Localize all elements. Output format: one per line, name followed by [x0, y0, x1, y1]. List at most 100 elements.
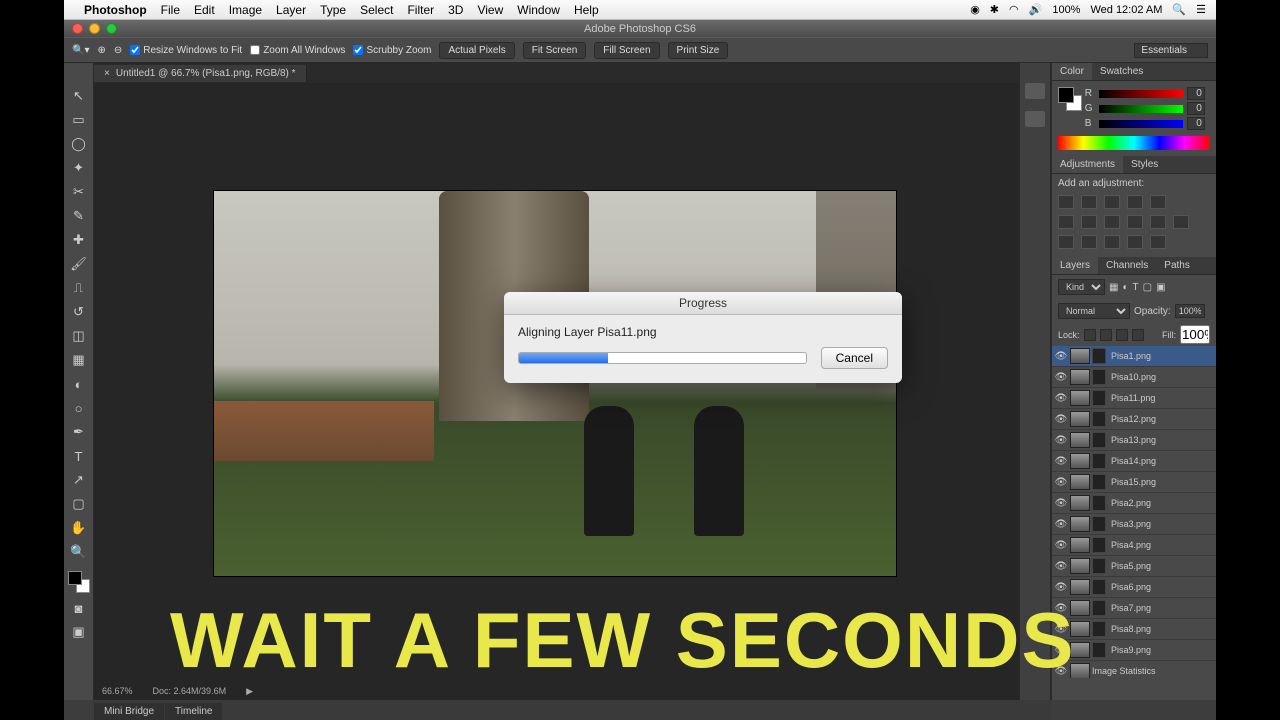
brightness-icon[interactable] [1058, 195, 1074, 209]
filter-type-icon[interactable]: T [1133, 282, 1139, 293]
visibility-icon[interactable]: 👁 [1052, 582, 1070, 593]
layer-row[interactable]: 👁Image Statistics [1052, 661, 1216, 678]
cancel-button[interactable]: Cancel [821, 347, 888, 369]
exposure-icon[interactable] [1127, 195, 1143, 209]
notification-icon[interactable]: ☰ [1196, 3, 1206, 16]
paths-tab[interactable]: Paths [1156, 257, 1198, 274]
pen-tool-icon[interactable]: ✒ [68, 423, 90, 441]
zoom-in-icon[interactable]: ⊕ [97, 45, 105, 56]
visibility-icon[interactable]: 👁 [1052, 456, 1070, 467]
invert-icon[interactable] [1058, 235, 1074, 249]
layer-mask-thumbnail[interactable] [1092, 474, 1106, 490]
blur-tool-icon[interactable]: ◐ [68, 375, 90, 393]
stamp-tool-icon[interactable]: ⎍ [68, 279, 90, 297]
properties-panel-icon[interactable] [1025, 111, 1045, 127]
spotlight-icon[interactable]: 🔍 [1172, 3, 1186, 16]
close-tab-icon[interactable]: × [104, 68, 110, 79]
minibridge-tab[interactable]: Mini Bridge [94, 703, 164, 720]
hue-icon[interactable] [1058, 215, 1074, 229]
colorlookup-icon[interactable] [1173, 215, 1189, 229]
menu-file[interactable]: File [161, 3, 180, 17]
fit-screen-button[interactable]: Fit Screen [523, 42, 587, 59]
lock-pixels-icon[interactable] [1100, 329, 1112, 341]
layer-mask-thumbnail[interactable] [1092, 516, 1106, 532]
brush-tool-icon[interactable]: 🖌 [68, 255, 90, 273]
clock[interactable]: Wed 12:02 AM [1090, 4, 1162, 16]
selectivecolor-icon[interactable] [1150, 235, 1166, 249]
layer-thumbnail[interactable] [1070, 495, 1090, 511]
record-icon[interactable]: ◉ [970, 3, 980, 16]
visibility-icon[interactable]: 👁 [1052, 498, 1070, 509]
filter-shape-icon[interactable]: ▢ [1143, 282, 1152, 293]
menu-help[interactable]: Help [574, 3, 599, 17]
layer-row[interactable]: 👁Pisa6.png [1052, 577, 1216, 598]
layer-thumbnail[interactable] [1070, 411, 1090, 427]
vibrance-icon[interactable] [1150, 195, 1166, 209]
filter-smart-icon[interactable]: ▣ [1156, 282, 1165, 293]
fill-input[interactable] [1180, 325, 1210, 344]
layer-thumbnail[interactable] [1070, 474, 1090, 490]
zoom-out-icon[interactable]: ⊖ [114, 45, 122, 56]
layer-row[interactable]: 👁Pisa13.png [1052, 430, 1216, 451]
levels-icon[interactable] [1081, 195, 1097, 209]
status-arrow-icon[interactable]: ▶ [246, 686, 253, 697]
eraser-tool-icon[interactable]: ◫ [68, 327, 90, 345]
layer-mask-thumbnail[interactable] [1092, 390, 1106, 406]
layer-mask-thumbnail[interactable] [1092, 411, 1106, 427]
color-tab[interactable]: Color [1052, 63, 1092, 80]
layer-row[interactable]: 👁Pisa8.png [1052, 619, 1216, 640]
workspace-selector[interactable]: Essentials [1134, 43, 1208, 58]
menu-type[interactable]: Type [320, 3, 346, 17]
posterize-icon[interactable] [1081, 235, 1097, 249]
dodge-tool-icon[interactable]: ○ [68, 399, 90, 417]
foreground-color-swatch[interactable] [68, 571, 82, 585]
gradientmap-icon[interactable] [1127, 235, 1143, 249]
resize-windows-checkbox[interactable] [130, 45, 140, 55]
swatches-tab[interactable]: Swatches [1092, 63, 1151, 80]
g-slider[interactable] [1099, 105, 1183, 113]
layer-row[interactable]: 👁Pisa9.png [1052, 640, 1216, 661]
visibility-icon[interactable]: 👁 [1052, 414, 1070, 425]
colorbalance-icon[interactable] [1081, 215, 1097, 229]
layer-thumbnail[interactable] [1070, 369, 1090, 385]
layer-list[interactable]: 👁Pisa1.png👁Pisa10.png👁Pisa11.png👁Pisa12.… [1052, 346, 1216, 678]
b-slider[interactable] [1099, 120, 1183, 128]
menu-edit[interactable]: Edit [194, 3, 215, 17]
layer-mask-thumbnail[interactable] [1092, 642, 1106, 658]
doc-size[interactable]: Doc: 2.64M/39.6M [153, 686, 227, 697]
adjustments-tab[interactable]: Adjustments [1052, 156, 1123, 173]
curves-icon[interactable] [1104, 195, 1120, 209]
r-slider[interactable] [1099, 90, 1183, 98]
bluetooth-icon[interactable]: ✱ [990, 3, 999, 16]
scrubby-zoom-checkbox[interactable] [353, 45, 363, 55]
zoom-window-button[interactable] [106, 23, 117, 34]
zoom-tool-icon[interactable]: 🔍 [68, 543, 90, 561]
layer-filter-kind[interactable]: Kind [1058, 279, 1105, 295]
visibility-icon[interactable]: 👁 [1052, 561, 1070, 572]
visibility-icon[interactable]: 👁 [1052, 477, 1070, 488]
styles-tab[interactable]: Styles [1123, 156, 1166, 173]
crop-tool-icon[interactable]: ✂ [68, 183, 90, 201]
wand-tool-icon[interactable]: ✦ [68, 159, 90, 177]
screenmode-icon[interactable]: ▣ [68, 623, 90, 641]
eyedropper-tool-icon[interactable]: ✎ [68, 207, 90, 225]
quickmask-icon[interactable]: ◙ [68, 599, 90, 617]
layer-row[interactable]: 👁Pisa5.png [1052, 556, 1216, 577]
layer-row[interactable]: 👁Pisa12.png [1052, 409, 1216, 430]
layer-row[interactable]: 👁Pisa2.png [1052, 493, 1216, 514]
menu-window[interactable]: Window [517, 3, 560, 17]
hand-tool-icon[interactable]: ✋ [68, 519, 90, 537]
lasso-tool-icon[interactable]: ◯ [68, 135, 90, 153]
menu-view[interactable]: View [477, 3, 503, 17]
print-size-button[interactable]: Print Size [668, 42, 729, 59]
close-window-button[interactable] [72, 23, 83, 34]
lock-transparent-icon[interactable] [1084, 329, 1096, 341]
layer-mask-thumbnail[interactable] [1092, 369, 1106, 385]
fg-swatch[interactable] [1058, 87, 1074, 103]
menu-3d[interactable]: 3D [448, 3, 463, 17]
visibility-icon[interactable]: 👁 [1052, 393, 1070, 404]
layer-thumbnail[interactable] [1070, 516, 1090, 532]
channels-tab[interactable]: Channels [1098, 257, 1156, 274]
marquee-tool-icon[interactable]: ▭ [68, 111, 90, 129]
layer-row[interactable]: 👁Pisa3.png [1052, 514, 1216, 535]
